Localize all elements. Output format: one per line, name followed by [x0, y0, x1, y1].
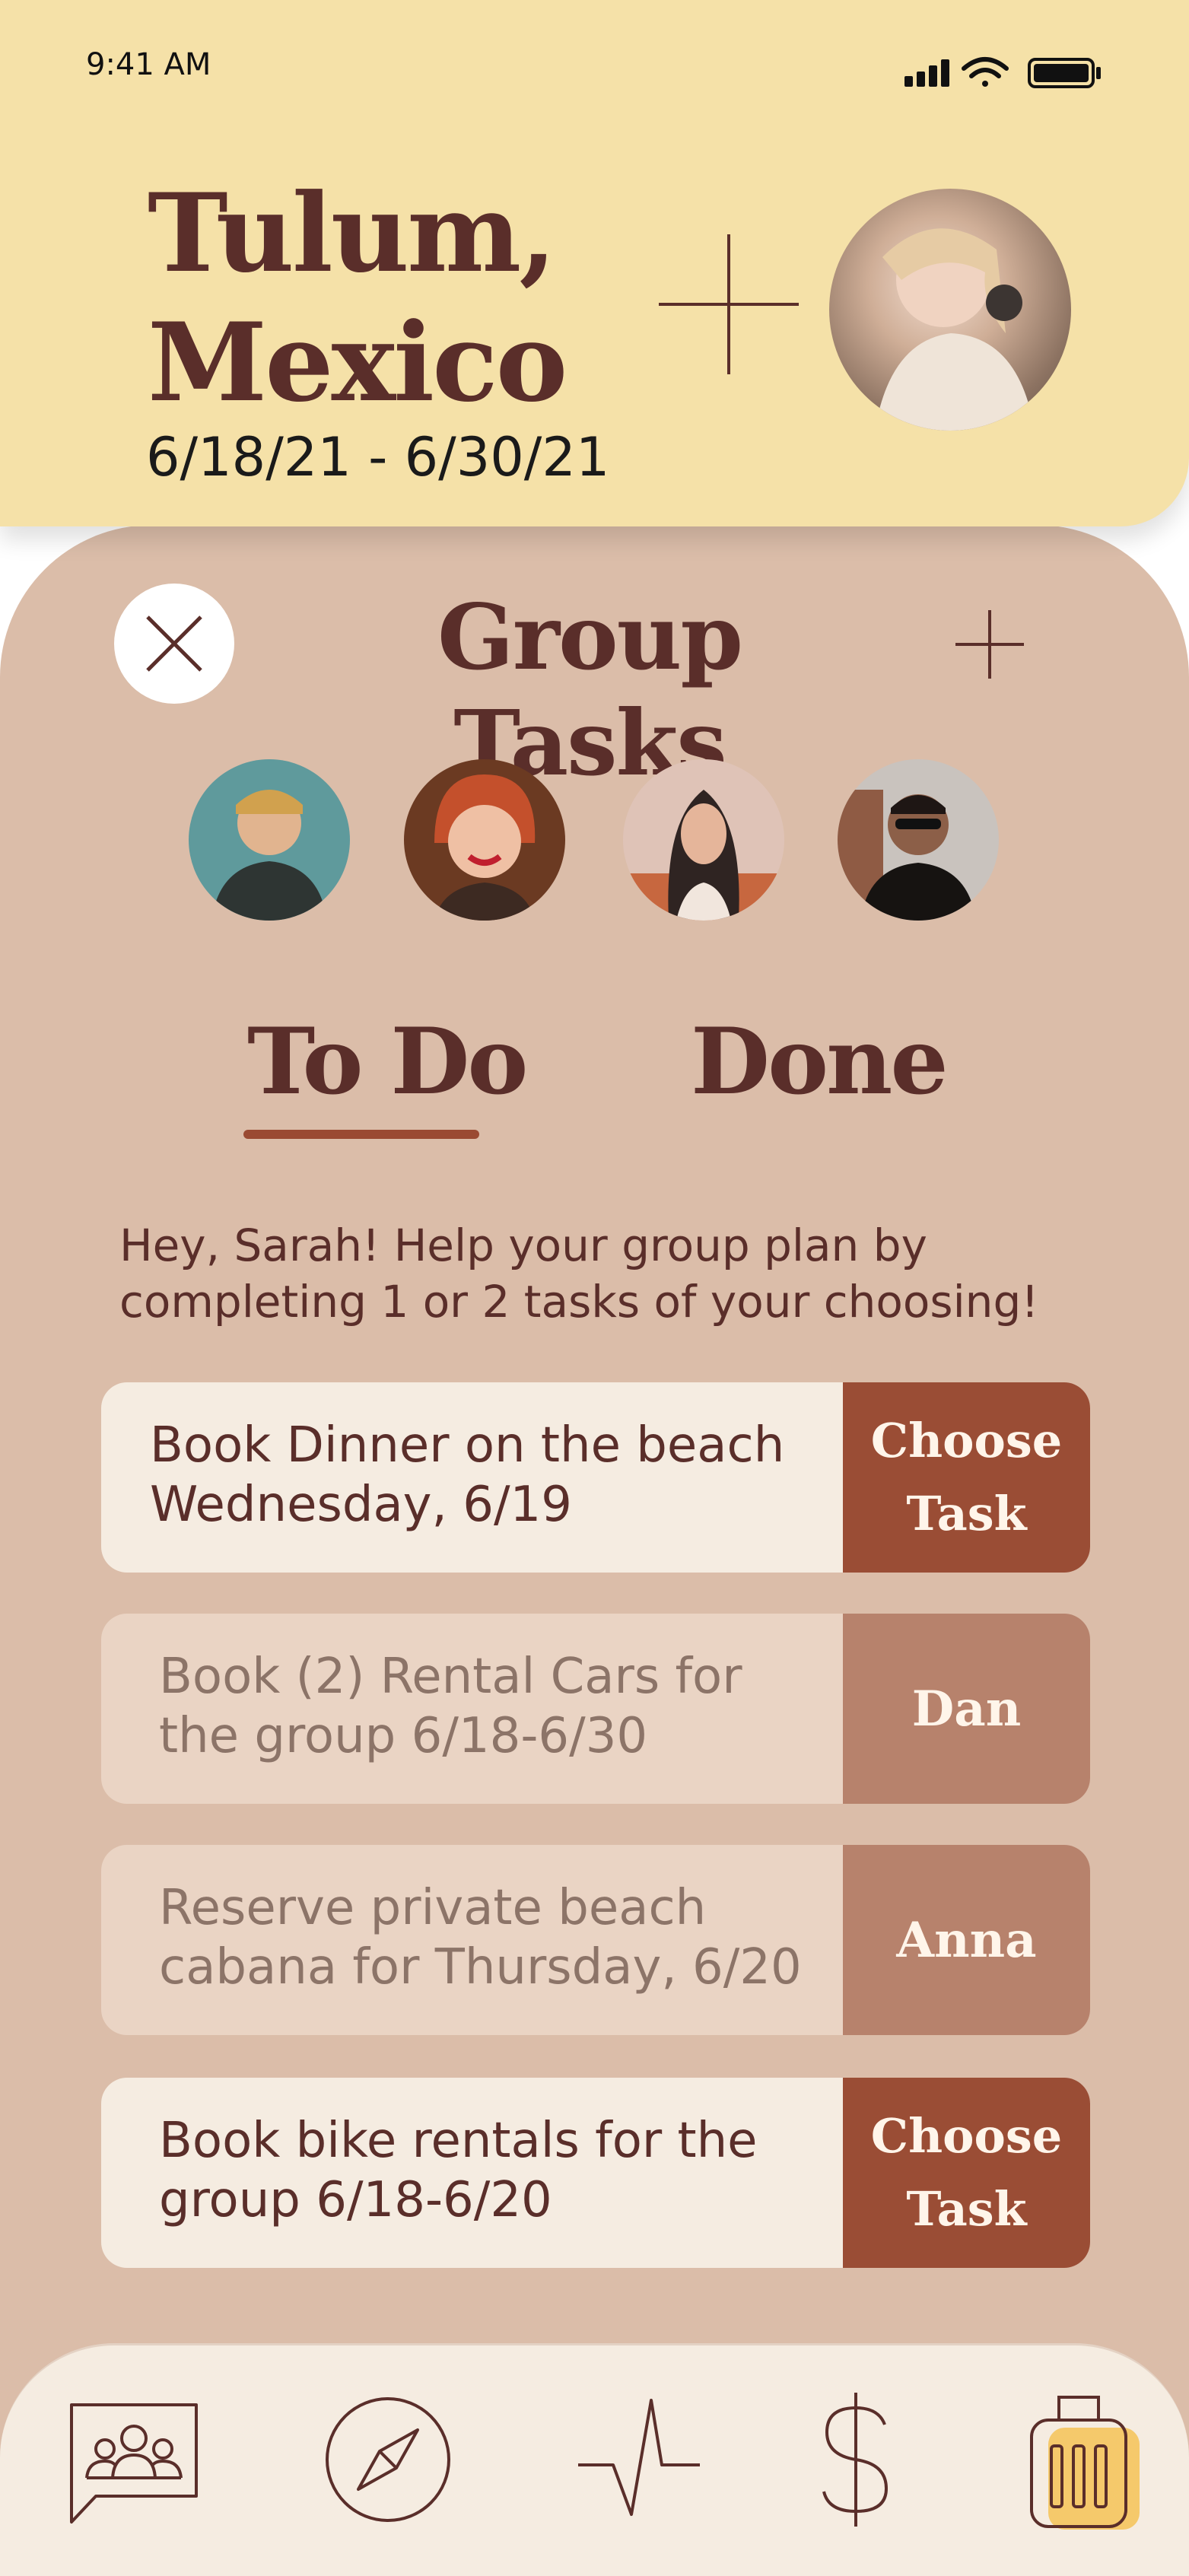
add-trip-icon[interactable] [659, 234, 799, 374]
choose-task-button[interactable]: Choose Task [843, 2078, 1090, 2268]
status-icons [904, 57, 1101, 88]
wifi-icon [962, 57, 1009, 87]
close-button[interactable] [114, 584, 234, 704]
group-member-avatar[interactable] [623, 759, 784, 921]
group-member-avatar[interactable] [404, 759, 565, 921]
compass-icon[interactable] [323, 2395, 453, 2524]
activity-icon[interactable] [578, 2393, 700, 2522]
bottom-nav [0, 2343, 1189, 2576]
task-card: Reserve private beach cabana for Thursday… [101, 1845, 1090, 2035]
task-description: Book Dinner on the beach Wednesday, 6/19 [150, 1417, 785, 1533]
panel-title: Group Tasks [437, 584, 743, 796]
luggage-icon[interactable] [1025, 2390, 1144, 2534]
active-tab-indicator [243, 1130, 479, 1139]
task-card: Book Dinner on the beach Wednesday, 6/19 … [101, 1382, 1090, 1573]
close-icon [146, 615, 202, 672]
group-chat-icon[interactable] [65, 2399, 202, 2528]
status-time: 9:41 AM [86, 47, 211, 82]
task-assignee: Anna [843, 1845, 1090, 2035]
dollar-icon[interactable] [818, 2391, 894, 2528]
intro-message: Hey, Sarah! Help your group plan by comp… [119, 1220, 1039, 1328]
tab-done[interactable]: Done [691, 1008, 949, 1115]
trip-header: 9:41 AM Tulum, Mexico 6/18/21 - 6/30/21 [0, 0, 1189, 526]
task-assignee: Dan [843, 1614, 1090, 1804]
battery-icon [1028, 58, 1101, 88]
add-task-icon[interactable] [955, 610, 1024, 679]
trip-title: Tulum, Mexico [148, 170, 567, 426]
group-member-avatar[interactable] [838, 759, 999, 921]
tab-to-do[interactable]: To Do [247, 1008, 528, 1115]
task-description: Book (2) Rental Cars for the group 6/18-6… [159, 1649, 742, 1764]
profile-avatar[interactable] [829, 189, 1071, 431]
task-description: Book bike rentals for the group 6/18-6/20 [159, 2113, 758, 2228]
task-description: Reserve private beach cabana for Thursday… [159, 1880, 802, 1996]
task-card: Book bike rentals for the group 6/18-6/20… [101, 2078, 1090, 2268]
trip-dates: 6/18/21 - 6/30/21 [146, 426, 610, 488]
task-card: Book (2) Rental Cars for the group 6/18-6… [101, 1614, 1090, 1804]
choose-task-button[interactable]: Choose Task [843, 1382, 1090, 1573]
group-member-avatar[interactable] [189, 759, 350, 921]
signal-icon [904, 59, 949, 87]
